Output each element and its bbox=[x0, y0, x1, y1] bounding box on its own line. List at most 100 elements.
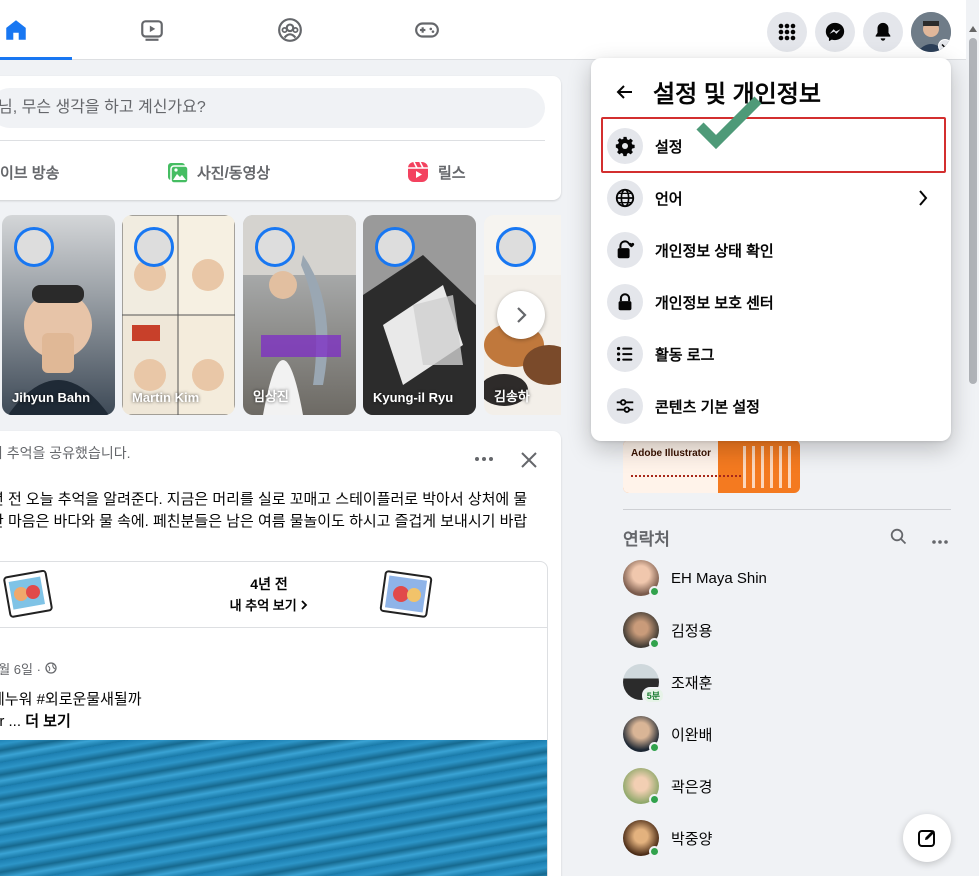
search-icon bbox=[890, 528, 907, 545]
more-options-button[interactable] bbox=[474, 451, 494, 462]
top-navigation-bar bbox=[0, 0, 979, 60]
chevron-right-icon bbox=[517, 307, 527, 323]
contact-name: 김정용 bbox=[671, 622, 713, 640]
menu-item-content-preferences[interactable]: 콘텐츠 기본 설정 bbox=[599, 380, 943, 432]
online-indicator bbox=[649, 794, 660, 805]
photo-icon bbox=[168, 163, 189, 184]
menu-item-language[interactable]: 언어 bbox=[599, 172, 943, 224]
menu-item-label: 언어 bbox=[655, 190, 683, 208]
menu-item-privacy-checkup[interactable]: 개인정보 상태 확인 bbox=[599, 224, 943, 276]
memory-text: 에누워 #외로운물새될까 bbox=[0, 691, 142, 708]
tab-gaming[interactable] bbox=[371, 0, 483, 60]
menu-item-activity-log[interactable]: 활동 로그 bbox=[599, 328, 943, 380]
menu-button[interactable] bbox=[767, 12, 807, 52]
memory-post: 이 추억을 공유했습니다. 년 전 오늘 추억을 알려준다. 지금은 머리를 실… bbox=[0, 431, 561, 876]
contact-item[interactable]: EH Maya Shin bbox=[623, 552, 943, 604]
story-card[interactable]: Martin Kim bbox=[122, 215, 235, 415]
tab-groups[interactable] bbox=[234, 0, 346, 60]
live-video-label: 이브 방송 bbox=[0, 164, 60, 182]
more-icon bbox=[932, 540, 948, 544]
scrollbar-thumb[interactable] bbox=[969, 38, 977, 384]
back-button[interactable] bbox=[611, 78, 639, 106]
tab-watch[interactable] bbox=[96, 0, 208, 60]
post-header: 이 추억을 공유했습니다. bbox=[0, 445, 131, 461]
contacts-more-button[interactable] bbox=[931, 532, 949, 550]
close-button[interactable] bbox=[520, 451, 542, 473]
see-memories-label: 내 추억 보기 bbox=[229, 598, 297, 613]
avatar bbox=[623, 768, 660, 805]
post-date: 8월 6일 · bbox=[0, 659, 57, 678]
memory-photo[interactable] bbox=[0, 740, 547, 876]
contact-item[interactable]: 이완배 bbox=[623, 708, 943, 760]
stories-next-button[interactable] bbox=[497, 291, 545, 339]
contact-item[interactable]: 곽은경 bbox=[623, 760, 943, 812]
online-indicator bbox=[649, 742, 660, 753]
contacts-title: 연락처 bbox=[623, 530, 670, 549]
photo-video-button[interactable]: 사진/동영상 bbox=[165, 156, 270, 188]
avatar bbox=[623, 560, 660, 597]
menu-item-label: 활동 로그 bbox=[655, 346, 715, 364]
post-body: 년 전 오늘 추억을 알려준다. 지금은 머리를 실로 꼬매고 스테이플러로 박… bbox=[0, 489, 550, 533]
menu-item-privacy-center[interactable]: 개인정보 보호 센터 bbox=[599, 276, 943, 328]
story-avatar bbox=[496, 227, 536, 267]
messenger-icon bbox=[825, 22, 845, 42]
post-composer: 님, 무슨 생각을 하고 계신가요? 이브 방송 사진/동영상 릴스 bbox=[0, 76, 561, 200]
reels-button[interactable]: 릴스 bbox=[406, 156, 466, 188]
scroll-up-arrow[interactable] bbox=[969, 26, 977, 32]
highlight-box bbox=[601, 117, 946, 173]
contact-item[interactable]: 박중양 bbox=[623, 812, 943, 864]
story-card[interactable]: Jihyun Bahn bbox=[2, 215, 115, 415]
story-name: Kyung-il Ryu bbox=[373, 390, 454, 405]
contact-name: 조재훈 bbox=[671, 674, 713, 692]
reels-icon bbox=[408, 161, 428, 182]
checkmark-icon bbox=[696, 96, 762, 150]
avatar: 5분 bbox=[623, 664, 665, 704]
messenger-button[interactable] bbox=[815, 12, 855, 52]
arrow-left-icon bbox=[616, 85, 632, 99]
lock-icon bbox=[618, 293, 632, 311]
see-memories-link[interactable]: 내 추억 보기 bbox=[0, 595, 547, 614]
divider bbox=[623, 509, 951, 510]
chevron-right-icon bbox=[301, 600, 308, 610]
memory-text-prefix: er ... bbox=[0, 713, 22, 730]
memory-card: 4년 전 내 추억 보기 8월 6일 · 에누워 #외로운물새될까 er ...… bbox=[0, 561, 548, 876]
story-card[interactable]: 임상진 bbox=[243, 215, 356, 415]
contact-name: 곽은경 bbox=[671, 778, 713, 796]
ad-brand: Adobe Illustrator bbox=[631, 448, 712, 459]
memory-text: er ... 더 보기 bbox=[0, 710, 71, 731]
online-indicator bbox=[649, 638, 660, 649]
contacts-search-button[interactable] bbox=[890, 528, 907, 550]
video-icon bbox=[141, 20, 163, 41]
list-icon bbox=[616, 346, 633, 362]
account-avatar-button[interactable] bbox=[911, 12, 951, 52]
globe-icon bbox=[615, 188, 635, 208]
tab-home[interactable] bbox=[0, 0, 72, 60]
avatar bbox=[623, 716, 660, 753]
avatar bbox=[623, 820, 660, 857]
memory-years-ago: 4년 전 bbox=[250, 576, 288, 592]
memory-illustration-icon bbox=[379, 570, 433, 618]
divider bbox=[0, 140, 545, 141]
contact-name: 박중양 bbox=[671, 830, 713, 848]
menu-item-label: 개인정보 보호 센터 bbox=[655, 294, 774, 312]
close-icon bbox=[521, 452, 537, 468]
story-card[interactable]: Kyung-il Ryu bbox=[363, 215, 476, 415]
contact-item[interactable]: 김정용 bbox=[623, 604, 943, 656]
new-message-button[interactable] bbox=[903, 814, 951, 862]
reels-label: 릴스 bbox=[438, 164, 466, 182]
more-icon bbox=[475, 457, 493, 461]
story-avatar bbox=[255, 227, 295, 267]
last-active-badge: 5분 bbox=[641, 687, 665, 704]
online-indicator bbox=[649, 586, 660, 597]
home-icon bbox=[6, 20, 26, 40]
see-more-link[interactable]: 더 보기 bbox=[25, 713, 71, 730]
page-scrollbar[interactable] bbox=[966, 0, 979, 876]
contact-item[interactable]: 5분 조재훈 bbox=[623, 656, 943, 708]
notifications-button[interactable] bbox=[863, 12, 903, 52]
live-video-button[interactable]: 이브 방송 bbox=[0, 156, 59, 188]
menu-item-label: 콘텐츠 기본 설정 bbox=[655, 398, 760, 416]
composer-input[interactable]: 님, 무슨 생각을 하고 계신가요? bbox=[0, 88, 545, 128]
post-date-text: 8월 6일 · bbox=[0, 662, 41, 677]
chevron-down-icon bbox=[938, 39, 951, 52]
sponsored-ad-image[interactable]: Adobe Illustrator bbox=[623, 440, 800, 493]
